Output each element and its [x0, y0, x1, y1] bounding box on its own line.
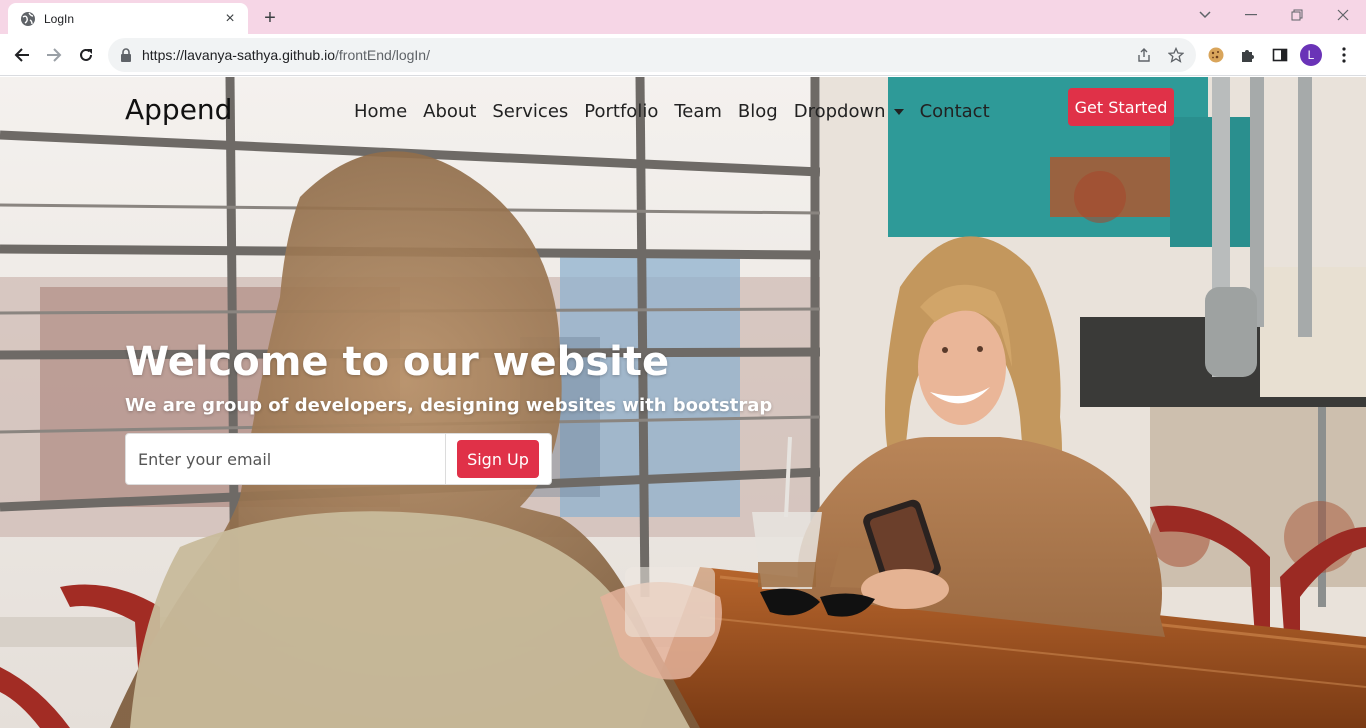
minimize-icon[interactable]: [1228, 0, 1274, 30]
nav-portfolio[interactable]: Portfolio: [584, 101, 658, 122]
share-icon[interactable]: [1132, 43, 1156, 67]
new-tab-button[interactable]: +: [258, 6, 282, 30]
nav-about[interactable]: About: [423, 101, 476, 122]
extensions-puzzle-icon[interactable]: [1236, 43, 1260, 67]
restore-icon[interactable]: [1274, 0, 1320, 30]
email-input[interactable]: [126, 434, 446, 484]
nav-blog[interactable]: Blog: [738, 101, 778, 122]
hero-subtitle: We are group of developers, designing we…: [125, 395, 773, 416]
nav-contact[interactable]: Contact: [920, 101, 990, 122]
nav-dropdown[interactable]: Dropdown: [794, 101, 904, 122]
nav-services[interactable]: Services: [492, 101, 568, 122]
menu-kebab-icon[interactable]: [1332, 43, 1356, 67]
close-window-icon[interactable]: [1320, 0, 1366, 30]
nav-links: Home About Services Portfolio Team Blog …: [354, 101, 1006, 122]
globe-icon: [20, 11, 36, 27]
browser-tab[interactable]: LogIn ×: [8, 3, 248, 34]
tab-title: LogIn: [44, 11, 75, 26]
site-logo[interactable]: Append: [125, 93, 232, 126]
signup-button[interactable]: Sign Up: [457, 440, 539, 478]
site-navbar: Append Home About Services Portfolio Tea…: [0, 77, 1366, 147]
nav-home[interactable]: Home: [354, 101, 407, 122]
nav-team[interactable]: Team: [674, 101, 722, 122]
side-panel-icon[interactable]: [1268, 43, 1292, 67]
close-tab-icon[interactable]: ×: [222, 10, 238, 27]
cookie-extension-icon[interactable]: [1204, 43, 1228, 67]
webpage: Append Home About Services Portfolio Tea…: [0, 77, 1366, 728]
address-bar[interactable]: https://lavanya-sathya.github.io/frontEn…: [108, 38, 1196, 72]
get-started-button[interactable]: Get Started: [1068, 88, 1174, 126]
caret-down-icon: [893, 109, 904, 115]
forward-icon[interactable]: [38, 39, 70, 71]
bookmark-star-icon[interactable]: [1164, 43, 1188, 67]
nav-dropdown-label: Dropdown: [793, 101, 886, 122]
tab-search-icon[interactable]: [1182, 0, 1228, 30]
reload-icon[interactable]: [70, 39, 102, 71]
back-icon[interactable]: [6, 39, 38, 71]
signup-form: Sign Up: [125, 433, 552, 485]
tab-strip: LogIn × +: [0, 0, 1366, 34]
lock-icon[interactable]: [120, 48, 134, 62]
hero-title: Welcome to our website: [125, 339, 670, 385]
profile-avatar[interactable]: L: [1300, 44, 1322, 66]
browser-toolbar: https://lavanya-sathya.github.io/frontEn…: [0, 34, 1366, 76]
url-text: https://lavanya-sathya.github.io/frontEn…: [142, 47, 430, 63]
